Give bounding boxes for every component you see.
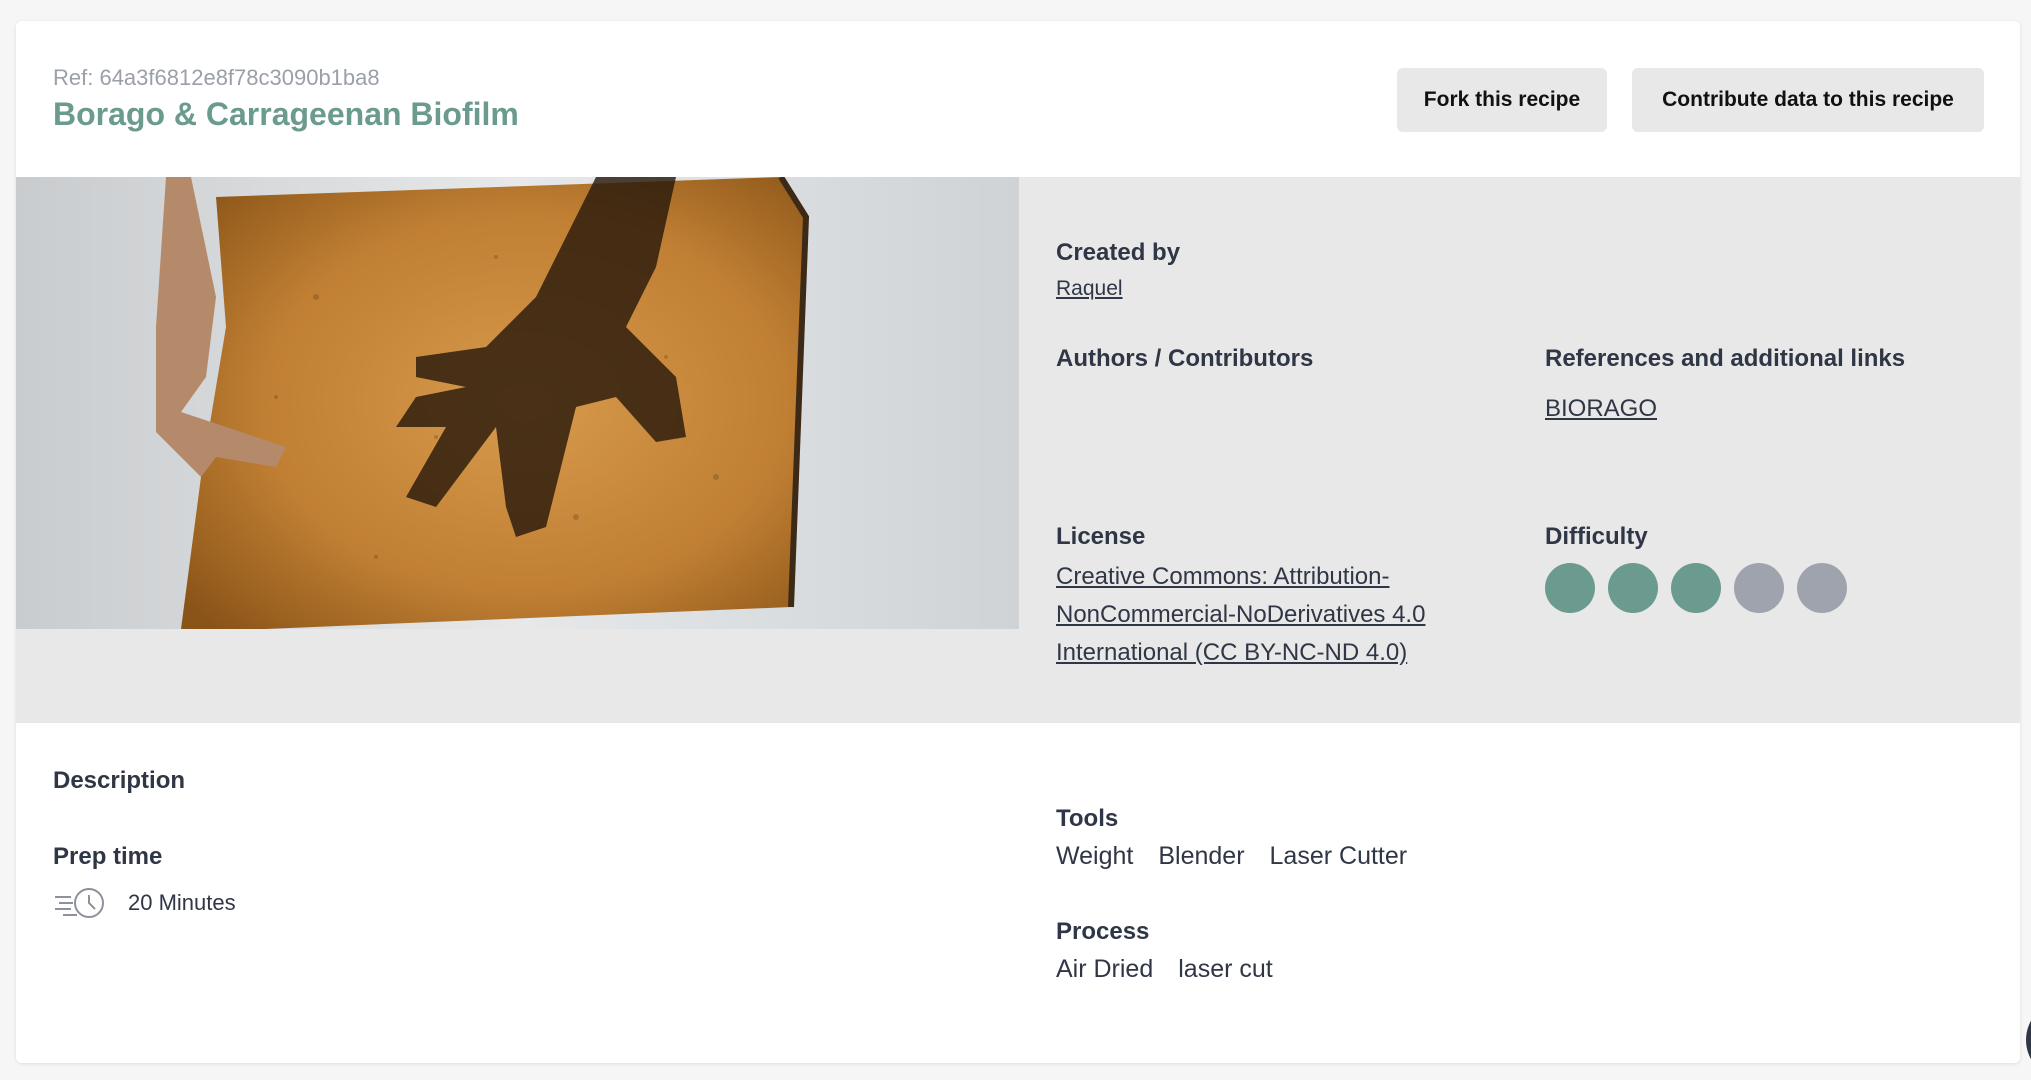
recipe-details: Description Prep time 20 Minutes Tools W… <box>16 723 2020 1063</box>
reference-link-biorago[interactable]: BIORAGO <box>1545 395 1657 423</box>
difficulty-label: Difficulty <box>1545 523 1648 550</box>
recipe-header: Ref: 64a3f6812e8f78c3090b1ba8 Borago & C… <box>16 21 2020 177</box>
prep-time-value: 20 Minutes <box>128 890 236 915</box>
process-item: laser cut <box>1178 955 1273 983</box>
recipe-ref: Ref: 64a3f6812e8f78c3090b1ba8 <box>53 65 380 90</box>
license-link[interactable]: Creative Commons: Attribution-NonCommerc… <box>1056 558 1496 672</box>
process-item: Air Dried <box>1056 955 1154 983</box>
difficulty-dot <box>1608 563 1658 613</box>
created-by-label: Created by <box>1056 239 1181 266</box>
difficulty-rating <box>1545 563 1847 613</box>
process-list: Air Dried laser cut <box>1056 955 1273 984</box>
difficulty-dot <box>1545 563 1595 613</box>
prep-time-label: Prep time <box>53 843 163 870</box>
difficulty-dot <box>1797 563 1847 613</box>
difficulty-dot <box>1734 563 1784 613</box>
fork-recipe-button[interactable]: Fork this recipe <box>1397 68 1607 132</box>
tools-list: Weight Blender Laser Cutter <box>1056 842 1407 871</box>
references-label: References and additional links <box>1545 345 1906 372</box>
recipe-card: Ref: 64a3f6812e8f78c3090b1ba8 Borago & C… <box>16 21 2020 1063</box>
biofilm-photo <box>16 177 1019 629</box>
tool-item: Weight <box>1056 842 1134 870</box>
process-label: Process <box>1056 918 1150 945</box>
recipe-title: Borago & Carrageenan Biofilm <box>53 96 519 132</box>
recipe-overview: Created by Raquel Authors / Contributors… <box>16 177 2020 723</box>
contribute-data-button[interactable]: Contribute data to this recipe <box>1632 68 1984 132</box>
creator-link[interactable]: Raquel <box>1056 277 1123 301</box>
difficulty-dot <box>1671 563 1721 613</box>
chat-widget-button[interactable] <box>2026 1000 2031 1080</box>
tools-label: Tools <box>1056 805 1119 832</box>
tool-item: Laser Cutter <box>1269 842 1408 870</box>
fast-clock-icon <box>53 885 109 926</box>
authors-label: Authors / Contributors <box>1056 345 1314 372</box>
tool-item: Blender <box>1158 842 1245 870</box>
description-label: Description <box>53 767 186 794</box>
license-label: License <box>1056 523 1146 550</box>
